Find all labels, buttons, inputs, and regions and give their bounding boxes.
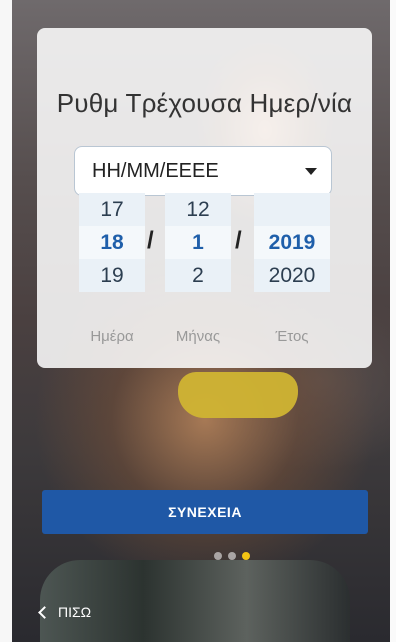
page-dot (228, 552, 236, 560)
day-option-above[interactable]: 17 (79, 193, 145, 226)
date-separator: / (235, 227, 242, 254)
page-title: Ρυθμ Τρέχουσα Ημερ/νία (56, 88, 353, 118)
chevron-left-icon (38, 605, 51, 619)
year-option-below[interactable]: 2020 (254, 259, 330, 292)
month-option-below[interactable]: 2 (165, 259, 231, 292)
year-option-above[interactable] (254, 193, 330, 226)
date-separator: / (147, 227, 154, 254)
month-label: Μήνας (175, 328, 221, 345)
background-photo-detail (178, 372, 298, 418)
date-setup-card: Ρυθμ Τρέχουσα Ημερ/νία ΗΗ/ΜΜ/ΕΕΕΕ 17 18 … (37, 28, 372, 368)
page-dot (214, 552, 222, 560)
screen-edge (390, 0, 396, 642)
month-picker[interactable]: 12 1 2 (165, 193, 231, 292)
caret-down-icon (305, 167, 317, 175)
day-picker[interactable]: 17 18 19 (79, 193, 145, 292)
continue-button-label: ΣΥΝΕΧΕΙΑ (168, 504, 242, 520)
app-screen: Ρυθμ Τρέχουσα Ημερ/νία ΗΗ/ΜΜ/ΕΕΕΕ 17 18 … (0, 0, 396, 642)
date-format-value: ΗΗ/ΜΜ/ΕΕΕΕ (92, 159, 219, 182)
day-selected[interactable]: 18 (79, 226, 145, 259)
year-label: Έτος (275, 328, 309, 345)
day-label: Ημέρα (90, 328, 134, 345)
background-photo-detail (40, 560, 350, 642)
continue-button[interactable]: ΣΥΝΕΧΕΙΑ (42, 490, 368, 534)
page-indicator (214, 552, 250, 560)
screen-edge (0, 0, 12, 642)
year-picker[interactable]: 2019 2020 (254, 193, 330, 292)
month-option-above[interactable]: 12 (165, 193, 231, 226)
back-button-label: ΠΙΣΩ (58, 604, 92, 620)
page-dot-active (242, 552, 250, 560)
year-selected[interactable]: 2019 (254, 226, 330, 259)
back-button[interactable]: ΠΙΣΩ (38, 604, 92, 620)
day-option-below[interactable]: 19 (79, 259, 145, 292)
month-selected[interactable]: 1 (165, 226, 231, 259)
date-format-dropdown[interactable]: ΗΗ/ΜΜ/ΕΕΕΕ (74, 146, 332, 196)
